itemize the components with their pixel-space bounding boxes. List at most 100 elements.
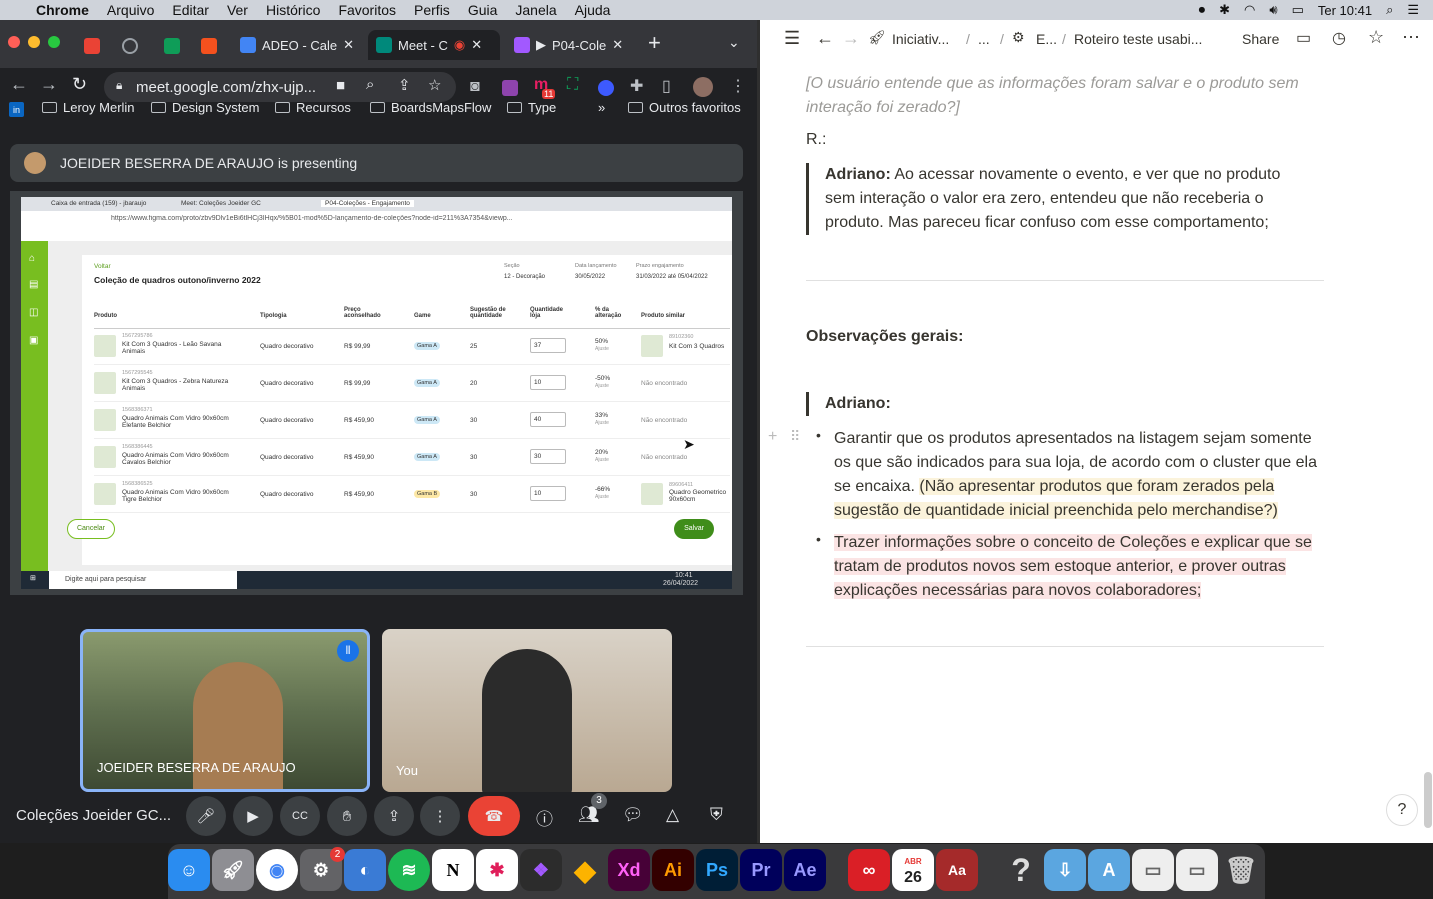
close-tab-icon[interactable]: ✕	[612, 37, 623, 53]
zoom-window-button[interactable]	[48, 36, 60, 48]
volume-icon[interactable]: 🔊︎	[1269, 2, 1277, 18]
lock-icon[interactable]: 🔒︎	[116, 78, 122, 93]
sidebar-icon[interactable]: ▯	[662, 76, 671, 96]
window-thumbnail-icon[interactable]: ▭	[1132, 849, 1174, 891]
activities-icon[interactable]: △	[666, 805, 679, 825]
camera-button[interactable]: ▶	[233, 796, 273, 836]
linkedin-bookmark-icon[interactable]: in	[9, 102, 24, 117]
gmail-pinned-tab-icon[interactable]	[84, 38, 100, 54]
comments-icon[interactable]: ▭	[1296, 28, 1311, 48]
dictionary-icon[interactable]: Aa	[936, 849, 978, 891]
launchpad-icon[interactable]: 🚀︎	[212, 849, 254, 891]
close-window-button[interactable]	[8, 36, 20, 48]
url-text[interactable]: meet.google.com/zhx-ujp...	[136, 79, 316, 96]
minimize-window-button[interactable]	[28, 36, 40, 48]
menu-guia[interactable]: Guia	[468, 2, 498, 18]
windows-start-icon[interactable]: ⊞	[30, 574, 36, 582]
info-icon[interactable]: ⓘ	[536, 805, 553, 830]
trash-icon[interactable]: 🗑︎	[1220, 849, 1262, 891]
close-tab-icon[interactable]: ✕	[471, 37, 482, 53]
more-options-button[interactable]: ⋮	[420, 796, 460, 836]
present-button[interactable]: ⇪	[374, 796, 414, 836]
col-preco[interactable]: Preço aconselhado	[344, 307, 394, 319]
bookmark-outros-favoritos[interactable]: Outros favoritos	[628, 100, 741, 115]
store-qty-input[interactable]: 40	[530, 412, 566, 427]
host-controls-icon[interactable]: ⛨	[710, 805, 723, 825]
tab-adeo-calendar[interactable]: ADEO - Cale ✕	[232, 30, 362, 60]
store-qty-input[interactable]: 10	[530, 375, 566, 390]
reload-icon[interactable]: ↻	[72, 74, 87, 95]
back-icon[interactable]: ←	[816, 28, 834, 49]
wifi-icon[interactable]: ◠	[1244, 2, 1255, 18]
extension-blue-icon[interactable]	[598, 80, 614, 96]
more-dots-icon[interactable]: ⋯	[1402, 27, 1420, 48]
illustrator-icon[interactable]: Ai	[652, 849, 694, 891]
col-alteracao[interactable]: % da alteração	[595, 307, 633, 319]
tab-meet[interactable]: Meet - C ◉ ✕	[368, 30, 500, 60]
breadcrumb-item[interactable]: ...	[978, 31, 990, 47]
chat-icon[interactable]: 💬︎	[622, 805, 644, 825]
browser-icon[interactable]: ◐	[344, 849, 386, 891]
menu-historico[interactable]: Histórico	[266, 2, 320, 18]
forward-icon[interactable]: →	[842, 28, 860, 49]
zoom-icon[interactable]: ⌕	[366, 76, 374, 93]
puzzle-icon[interactable]: ✚	[630, 76, 643, 96]
downloads-folder-icon[interactable]: ⇩	[1044, 849, 1086, 891]
shared-tab-meet[interactable]: Meet: Coleções Joeider GC	[181, 200, 261, 207]
sidebar-toggle-icon[interactable]: ☰	[784, 28, 800, 49]
save-button[interactable]: Salvar	[674, 519, 714, 539]
bookmark-boardsmapsflow[interactable]: BoardsMapsFlow	[370, 100, 491, 115]
tab-search-chevron-icon[interactable]: ⌄	[728, 34, 740, 51]
menu-ajuda[interactable]: Ajuda	[575, 2, 611, 18]
breadcrumb-item[interactable]: Roteiro teste usabi...	[1074, 31, 1202, 47]
col-tipologia[interactable]: Tipologia	[260, 313, 287, 319]
battery-icon[interactable]: ▭	[1292, 2, 1304, 18]
bookmark-star-icon[interactable]: ☆	[428, 76, 441, 94]
sidebar-nav-icon[interactable]: ▤	[29, 279, 38, 290]
col-quantidade[interactable]: Quantidade loja	[530, 307, 574, 319]
back-link[interactable]: Voltar	[94, 263, 111, 270]
extension-green-icon[interactable]: ⛶	[567, 76, 578, 94]
drag-handle-icon[interactable]: ⠿	[790, 428, 800, 445]
bookmark-leroy-merlin[interactable]: Leroy Merlin	[42, 100, 135, 115]
applications-folder-icon[interactable]: A	[1088, 849, 1130, 891]
help-button[interactable]: ?	[1386, 794, 1418, 826]
breadcrumb-item[interactable]: Iniciativ...	[892, 31, 949, 47]
avatar[interactable]	[693, 77, 713, 97]
tab-figma-prototype[interactable]: ▶ P04-Cole ✕	[506, 30, 632, 60]
close-tab-icon[interactable]: ✕	[343, 37, 354, 53]
photoshop-icon[interactable]: Ps	[696, 849, 738, 891]
shared-address-bar[interactable]: https://www.figma.com/proto/zbv9Dlv1eBi6…	[111, 215, 591, 227]
finder-icon[interactable]: ☺	[168, 849, 210, 891]
menubar-clock[interactable]: Ter 10:41	[1318, 3, 1372, 18]
share-icon[interactable]: ⇪	[398, 76, 411, 94]
figma-icon[interactable]: ❖	[520, 849, 562, 891]
leave-call-button[interactable]: ☎︎	[468, 796, 520, 836]
menu-editar[interactable]: Editar	[172, 2, 209, 18]
bookmark-design-system[interactable]: Design System	[151, 100, 259, 115]
breadcrumb-item[interactable]: E...	[1036, 31, 1057, 47]
menu-app-name[interactable]: Chrome	[36, 2, 89, 18]
menu-dots-icon[interactable]: ⋮	[730, 76, 746, 96]
help-icon[interactable]: ?	[1000, 849, 1042, 891]
store-qty-input[interactable]: 37	[530, 338, 566, 353]
sidebar-nav-icon[interactable]: ▣	[29, 335, 38, 346]
spotlight-icon[interactable]: ⌕	[1386, 2, 1393, 18]
store-qty-input[interactable]: 10	[530, 486, 566, 501]
col-game[interactable]: Game	[414, 313, 431, 319]
menu-perfis[interactable]: Perfis	[414, 2, 450, 18]
store-qty-input[interactable]: 30	[530, 449, 566, 464]
cancel-button[interactable]: Cancelar	[67, 519, 115, 539]
taskbar-search[interactable]: Digite aqui para pesquisar	[49, 571, 237, 589]
calendar-icon[interactable]: ABR 26	[892, 849, 934, 891]
camera-icon[interactable]: ■	[336, 77, 345, 94]
col-similar[interactable]: Produto similar	[641, 313, 685, 319]
back-icon[interactable]: ←	[10, 74, 28, 95]
participant-tile-joeider[interactable]: ⦀ JOEIDER BESERRA DE ARAUJO	[80, 629, 370, 792]
window-thumbnail-icon[interactable]: ▭	[1176, 849, 1218, 891]
premiere-icon[interactable]: Pr	[740, 849, 782, 891]
shared-tab-gmail[interactable]: Caixa de entrada (159) - jbaraujo	[51, 200, 146, 207]
bluetooth-icon[interactable]: ✱	[1219, 2, 1230, 18]
participant-tile-you[interactable]: You	[382, 629, 672, 792]
xd-icon[interactable]: Xd	[608, 849, 650, 891]
